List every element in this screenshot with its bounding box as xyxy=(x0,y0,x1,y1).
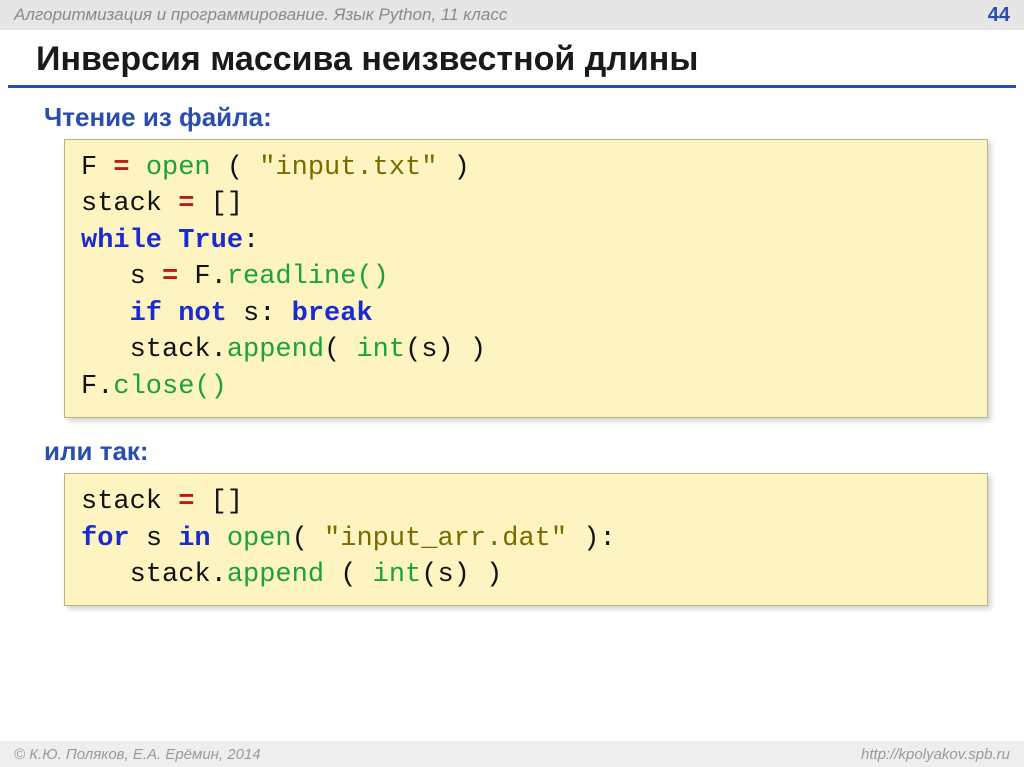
code-text: stack xyxy=(81,487,162,517)
code-kw: True xyxy=(178,226,243,256)
title-rule xyxy=(8,85,1016,88)
code-op: = xyxy=(162,262,178,292)
code-op: = xyxy=(113,153,129,183)
code-kw: for xyxy=(81,524,130,554)
code-str: "input.txt" xyxy=(259,153,437,183)
code-text: [] xyxy=(211,487,243,517)
code-str: "input_arr.dat" xyxy=(324,524,567,554)
code-text: s xyxy=(146,524,162,554)
code-text: s: xyxy=(243,299,275,329)
footer-bar: © К.Ю. Поляков, Е.А. Ерёмин, 2014 http:/… xyxy=(0,741,1024,767)
code-pad xyxy=(81,560,130,590)
code-text: F. xyxy=(194,262,226,292)
code-block-1: F = open ( "input.txt" ) stack = [] whil… xyxy=(64,139,988,418)
code-text: F. xyxy=(81,372,113,402)
site-url: http://kpolyakov.spb.ru xyxy=(861,746,1010,763)
code-fn: append xyxy=(227,335,324,365)
code-op: = xyxy=(178,487,194,517)
code-pad xyxy=(211,524,227,554)
code-kw: in xyxy=(178,524,210,554)
page-number: 44 xyxy=(988,4,1010,27)
code-text: (s) ) xyxy=(405,335,486,365)
code-text: stack xyxy=(81,189,162,219)
code-text: ( xyxy=(292,524,324,554)
breadcrumb: Алгоритмизация и программирование. Язык … xyxy=(14,5,507,25)
code-block-2: stack = [] for s in open( "input_arr.dat… xyxy=(64,473,988,606)
slide: Алгоритмизация и программирование. Язык … xyxy=(0,0,1024,767)
code-text: [] xyxy=(211,189,243,219)
code-kw: while xyxy=(81,226,162,256)
code-text: F xyxy=(81,153,97,183)
code-pad xyxy=(81,335,130,365)
code-kw: not xyxy=(178,299,227,329)
code-text: ( xyxy=(227,153,243,183)
code-kw: break xyxy=(292,299,373,329)
code-pad xyxy=(81,262,130,292)
code-text: (s) ) xyxy=(421,560,502,590)
code-pad xyxy=(81,299,130,329)
section-or-this-way: или так: xyxy=(44,436,1024,467)
code-fn: readline() xyxy=(227,262,389,292)
page-title: Инверсия массива неизвестной длины xyxy=(0,30,1024,85)
code-text: stack. xyxy=(130,335,227,365)
code-text: ( xyxy=(324,335,356,365)
code-text: ( xyxy=(340,560,372,590)
code-fn: int xyxy=(356,335,405,365)
code-fn: append xyxy=(227,560,324,590)
code-text: : xyxy=(243,226,259,256)
code-text: s xyxy=(130,262,146,292)
code-pad xyxy=(324,560,340,590)
code-fn: open xyxy=(146,153,211,183)
code-text: stack. xyxy=(130,560,227,590)
section-read-from-file: Чтение из файла: xyxy=(44,102,1024,133)
copyright: © К.Ю. Поляков, Е.А. Ерёмин, 2014 xyxy=(14,746,261,763)
header-bar: Алгоритмизация и программирование. Язык … xyxy=(0,0,1024,30)
content: Чтение из файла: F = open ( "input.txt" … xyxy=(0,92,1024,606)
code-text: ): xyxy=(567,524,616,554)
code-kw: if xyxy=(130,299,162,329)
code-text: ) xyxy=(454,153,470,183)
code-fn: open xyxy=(227,524,292,554)
code-fn: close() xyxy=(113,372,226,402)
code-fn: int xyxy=(373,560,422,590)
code-op: = xyxy=(178,189,194,219)
